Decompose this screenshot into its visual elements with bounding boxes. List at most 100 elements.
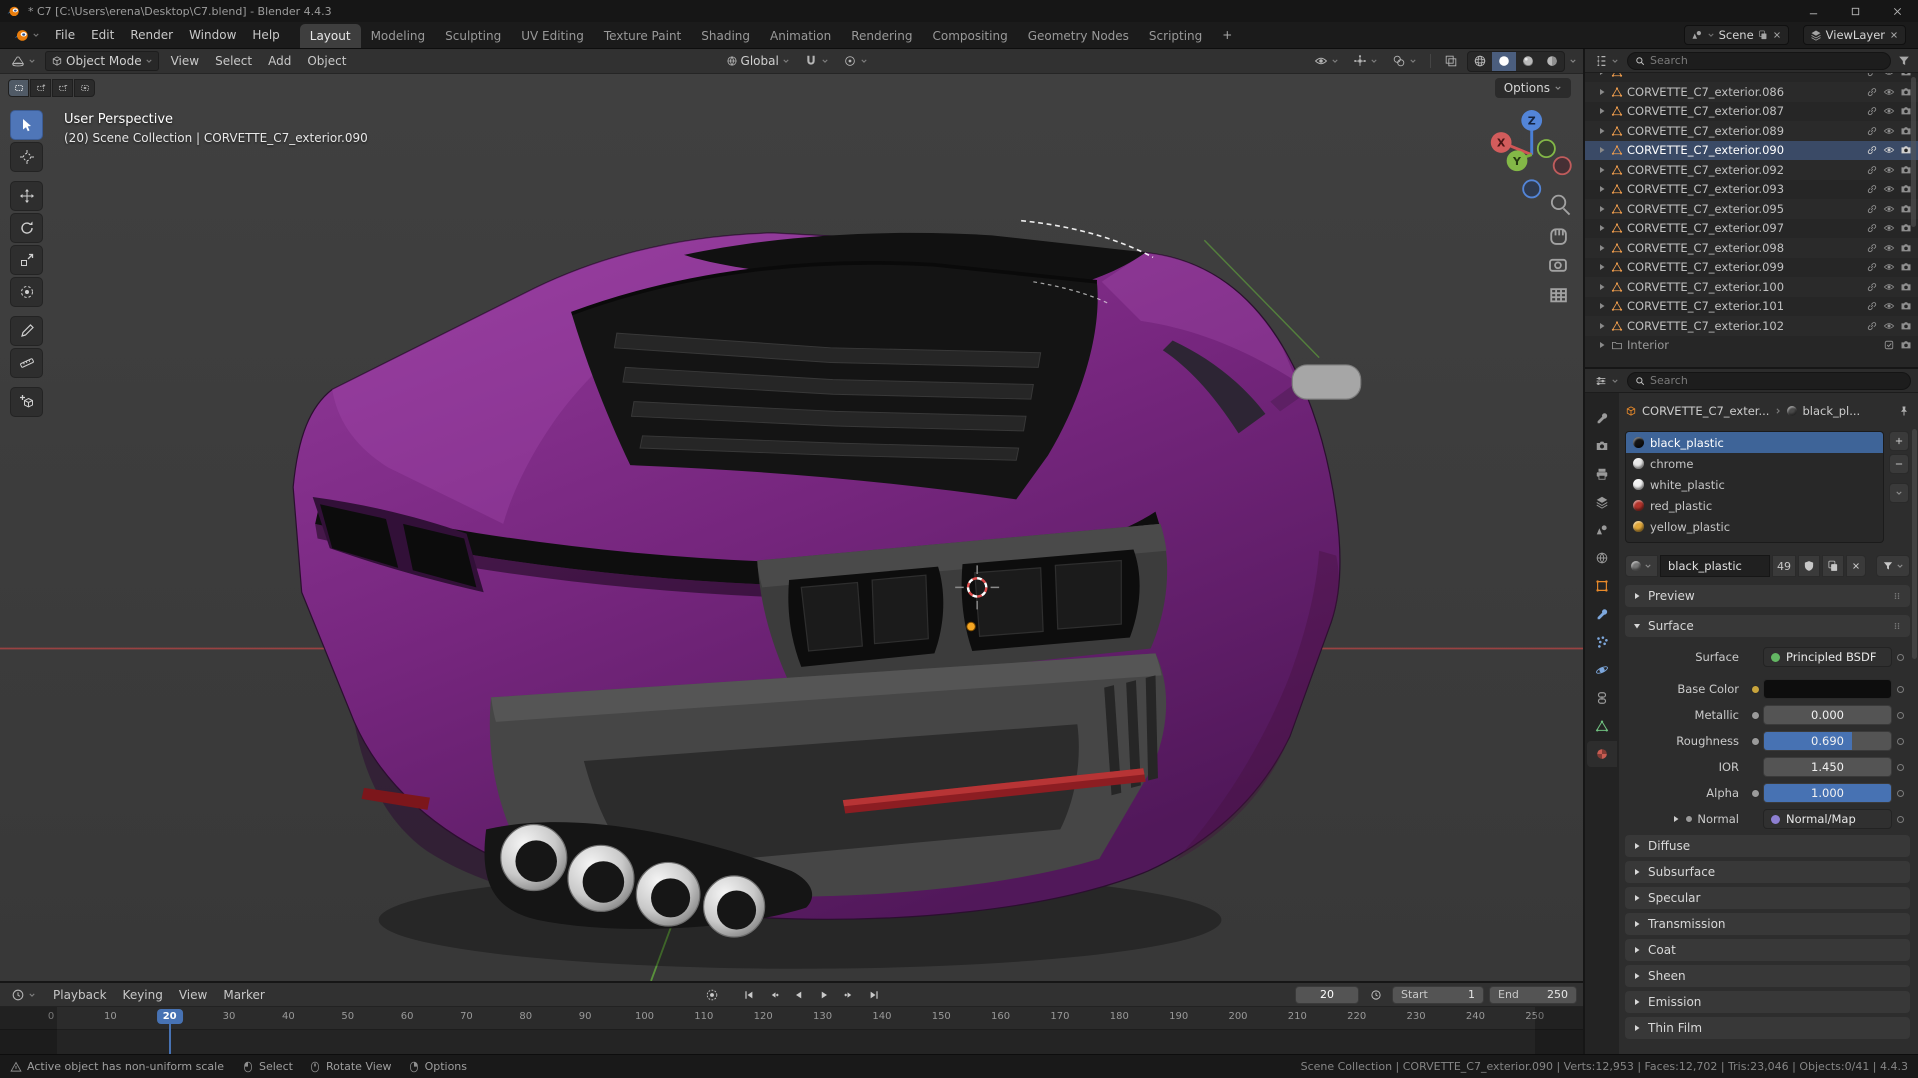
expand-icon[interactable] xyxy=(1597,301,1607,311)
breadcrumb-material[interactable]: black_pl... xyxy=(1802,404,1860,418)
remove-slot-button[interactable] xyxy=(1889,454,1909,474)
expand-icon[interactable] xyxy=(1597,87,1607,97)
workspace-tab[interactable]: Layout xyxy=(299,24,361,48)
link-icon[interactable] xyxy=(1866,203,1878,215)
grip-icon[interactable] xyxy=(1891,620,1903,632)
outliner-item[interactable]: CORVETTE_C7_exterior.095 xyxy=(1585,199,1918,219)
expand-icon[interactable] xyxy=(1597,126,1607,136)
value-socket-icon[interactable] xyxy=(1750,736,1760,746)
users-count-button[interactable]: 49 xyxy=(1772,555,1796,577)
tool-transform-button[interactable] xyxy=(10,277,43,307)
alpha-slider[interactable]: 1.000 xyxy=(1763,783,1892,803)
tool-move-button[interactable] xyxy=(10,181,43,211)
current-frame-field[interactable]: 20 xyxy=(1295,985,1359,1004)
workspace-tab[interactable]: Geometry Nodes xyxy=(1018,24,1139,48)
timeline-menu-item[interactable]: Marker xyxy=(215,985,272,1005)
timeline-editor-type-button[interactable] xyxy=(6,986,41,1004)
collapsed-panel-header[interactable]: Specular xyxy=(1625,887,1910,909)
preview-panel-header[interactable]: Preview xyxy=(1625,585,1910,607)
mode-dropdown[interactable]: Object Mode xyxy=(45,51,159,71)
tool-annotate-button[interactable] xyxy=(10,316,43,346)
viewport-menu-item[interactable]: Object xyxy=(299,51,354,71)
link-icon[interactable] xyxy=(1866,183,1878,195)
expand-icon[interactable] xyxy=(1671,814,1681,824)
material-slot[interactable]: yellow_plastic xyxy=(1626,516,1883,537)
outliner-collection-item[interactable]: Interior xyxy=(1585,336,1918,356)
disable-render-icon[interactable] xyxy=(1900,320,1912,332)
outliner-item[interactable]: CORVETTE_C7_exterior.086 xyxy=(1585,82,1918,102)
hide-viewport-icon[interactable] xyxy=(1883,86,1895,98)
shading-rendered-button[interactable] xyxy=(1540,52,1564,71)
workspace-tab[interactable]: Sculpting xyxy=(435,24,511,48)
editor-type-button[interactable] xyxy=(6,52,41,70)
outliner-item[interactable]: CORVETTE_C7_exterior.099 xyxy=(1585,258,1918,278)
link-icon[interactable] xyxy=(1866,300,1878,312)
minimize-button[interactable] xyxy=(1792,0,1834,22)
workspace-tab[interactable]: Scripting xyxy=(1139,24,1212,48)
maximize-button[interactable] xyxy=(1834,0,1876,22)
ior-slider[interactable]: 1.450 xyxy=(1763,757,1892,777)
shading-material-button[interactable] xyxy=(1516,52,1540,71)
link-icon[interactable] xyxy=(1866,242,1878,254)
outliner-item[interactable]: CORVETTE_C7_exterior.100 xyxy=(1585,277,1918,297)
jump-to-start-button[interactable] xyxy=(737,985,760,1004)
hide-viewport-icon[interactable] xyxy=(1883,320,1895,332)
workspace-tab[interactable]: Compositing xyxy=(922,24,1017,48)
link-icon[interactable] xyxy=(1866,144,1878,156)
3d-scene[interactable]: Z X Y xyxy=(0,74,1583,981)
workspace-tab[interactable]: Modeling xyxy=(361,24,436,48)
timeline-ruler[interactable]: 0 10 20 30 40 50 60 70 80 90 100 110 120 130 140 150 160… xyxy=(0,1007,1583,1029)
select-mode-subtract-button[interactable] xyxy=(52,79,73,97)
link-icon[interactable] xyxy=(1866,261,1878,273)
hide-viewport-icon[interactable] xyxy=(1883,281,1895,293)
link-icon[interactable] xyxy=(1866,86,1878,98)
viewport-menu-item[interactable]: Add xyxy=(260,51,299,71)
hide-viewport-icon[interactable] xyxy=(1883,144,1895,156)
gizmo-z-neg-axis[interactable] xyxy=(1522,179,1542,199)
workspace-tab[interactable]: Texture Paint xyxy=(594,24,691,48)
select-mode-invert-button[interactable] xyxy=(74,79,95,97)
material-name-field[interactable]: black_plastic xyxy=(1660,555,1770,577)
frame-end-field[interactable]: End 250 xyxy=(1489,985,1577,1004)
expand-icon[interactable] xyxy=(1597,223,1607,233)
hide-viewport-icon[interactable] xyxy=(1883,125,1895,137)
value-socket-icon[interactable] xyxy=(1750,788,1760,798)
tab-modifiers[interactable] xyxy=(1587,601,1617,627)
surface-panel-header[interactable]: Surface xyxy=(1625,615,1910,637)
disable-render-icon[interactable] xyxy=(1900,281,1912,293)
viewport-menu-item[interactable]: View xyxy=(163,51,207,71)
slot-specials-button[interactable] xyxy=(1889,483,1909,503)
tab-output[interactable] xyxy=(1587,461,1617,487)
previous-keyframe-button[interactable] xyxy=(762,985,785,1004)
scene-selector[interactable]: Scene xyxy=(1683,25,1789,45)
tab-render[interactable] xyxy=(1587,433,1617,459)
shading-wireframe-button[interactable] xyxy=(1468,52,1492,71)
hide-viewport-icon[interactable] xyxy=(1883,164,1895,176)
options-dropdown[interactable]: Options xyxy=(1494,78,1571,98)
collapsed-panel-header[interactable]: Sheen xyxy=(1625,965,1910,987)
new-scene-icon[interactable] xyxy=(1758,30,1768,40)
expand-icon[interactable] xyxy=(1597,262,1607,272)
collapsed-panel-header[interactable]: Coat xyxy=(1625,939,1910,961)
outliner-item[interactable]: CORVETTE_C7_exterior.101 xyxy=(1585,297,1918,317)
menu-item[interactable]: Window xyxy=(181,25,244,45)
tab-particles[interactable] xyxy=(1587,629,1617,655)
expand-icon[interactable] xyxy=(1597,321,1607,331)
tool-add-cube-button[interactable] xyxy=(10,387,43,417)
outliner-item[interactable]: CORVETTE_C7_exterior.090 xyxy=(1585,140,1918,160)
tool-scale-button[interactable] xyxy=(10,245,43,275)
play-reverse-button[interactable] xyxy=(787,985,810,1004)
workspace-tab[interactable]: Rendering xyxy=(841,24,922,48)
viewlayer-selector[interactable]: ViewLayer xyxy=(1802,25,1906,45)
workspace-tab[interactable]: Animation xyxy=(760,24,841,48)
timeline-menu-item[interactable]: View xyxy=(171,985,215,1005)
disable-render-icon[interactable] xyxy=(1900,300,1912,312)
expand-icon[interactable] xyxy=(1597,282,1607,292)
outliner-item[interactable]: CORVETTE_C7_exterior.098 xyxy=(1585,238,1918,258)
timeline-menu-item[interactable]: Playback xyxy=(45,985,115,1005)
shader-dropdown[interactable]: Principled BSDF xyxy=(1763,647,1892,667)
remove-viewlayer-icon[interactable] xyxy=(1889,30,1899,40)
unlink-material-button[interactable] xyxy=(1846,555,1866,577)
properties-search-input[interactable] xyxy=(1650,374,1903,387)
tab-material[interactable] xyxy=(1587,741,1617,767)
